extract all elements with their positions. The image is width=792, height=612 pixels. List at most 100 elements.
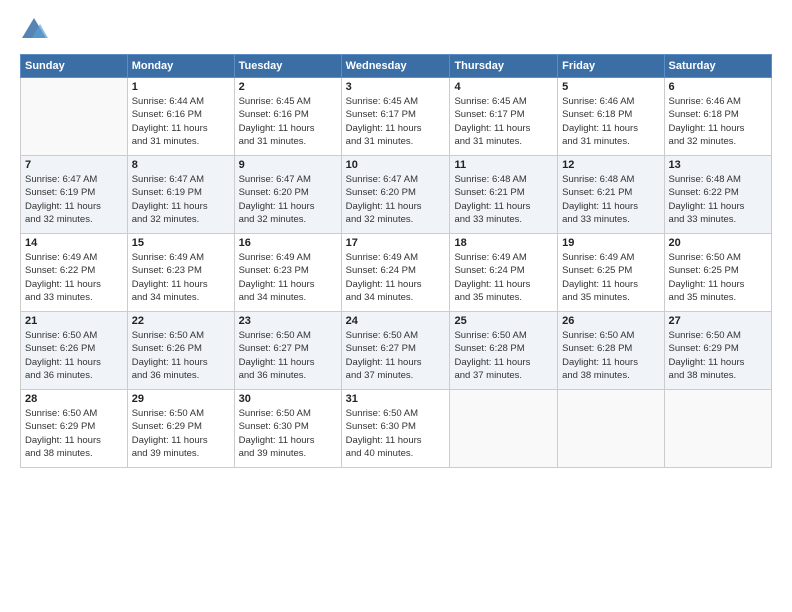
day-info: Sunrise: 6:48 AM Sunset: 6:22 PM Dayligh…	[669, 173, 767, 226]
header	[20, 16, 772, 44]
weekday-header-saturday: Saturday	[664, 55, 771, 78]
day-number: 4	[454, 81, 553, 93]
day-number: 9	[239, 159, 337, 171]
weekday-header-sunday: Sunday	[21, 55, 128, 78]
weekday-header-monday: Monday	[127, 55, 234, 78]
day-number: 12	[562, 159, 659, 171]
day-cell: 27 Sunrise: 6:50 AM Sunset: 6:29 PM Dayli…	[664, 312, 771, 390]
day-number: 21	[25, 315, 123, 327]
day-cell: 7 Sunrise: 6:47 AM Sunset: 6:19 PM Daylig…	[21, 156, 128, 234]
day-cell: 11 Sunrise: 6:48 AM Sunset: 6:21 PM Dayli…	[450, 156, 558, 234]
day-info: Sunrise: 6:50 AM Sunset: 6:27 PM Dayligh…	[239, 329, 337, 382]
day-info: Sunrise: 6:50 AM Sunset: 6:29 PM Dayligh…	[669, 329, 767, 382]
day-info: Sunrise: 6:50 AM Sunset: 6:29 PM Dayligh…	[132, 407, 230, 460]
day-info: Sunrise: 6:49 AM Sunset: 6:24 PM Dayligh…	[454, 251, 553, 304]
day-cell: 9 Sunrise: 6:47 AM Sunset: 6:20 PM Daylig…	[234, 156, 341, 234]
day-cell: 22 Sunrise: 6:50 AM Sunset: 6:26 PM Dayli…	[127, 312, 234, 390]
day-cell: 3 Sunrise: 6:45 AM Sunset: 6:17 PM Daylig…	[341, 78, 450, 156]
day-info: Sunrise: 6:46 AM Sunset: 6:18 PM Dayligh…	[562, 95, 659, 148]
weekday-header-thursday: Thursday	[450, 55, 558, 78]
day-number: 13	[669, 159, 767, 171]
weekday-header-row: SundayMondayTuesdayWednesdayThursdayFrid…	[21, 55, 772, 78]
day-info: Sunrise: 6:49 AM Sunset: 6:23 PM Dayligh…	[239, 251, 337, 304]
day-number: 5	[562, 81, 659, 93]
weekday-header-wednesday: Wednesday	[341, 55, 450, 78]
day-cell: 4 Sunrise: 6:45 AM Sunset: 6:17 PM Daylig…	[450, 78, 558, 156]
day-number: 14	[25, 237, 123, 249]
week-row-2: 7 Sunrise: 6:47 AM Sunset: 6:19 PM Daylig…	[21, 156, 772, 234]
day-cell: 17 Sunrise: 6:49 AM Sunset: 6:24 PM Dayli…	[341, 234, 450, 312]
day-cell: 26 Sunrise: 6:50 AM Sunset: 6:28 PM Dayli…	[558, 312, 664, 390]
day-cell: 12 Sunrise: 6:48 AM Sunset: 6:21 PM Dayli…	[558, 156, 664, 234]
day-cell: 6Sunrise: 6:46 AM Sunset: 6:18 PM Daylig…	[664, 78, 771, 156]
day-cell: 31Sunrise: 6:50 AM Sunset: 6:30 PM Dayli…	[341, 390, 450, 468]
week-row-5: 28Sunrise: 6:50 AM Sunset: 6:29 PM Dayli…	[21, 390, 772, 468]
day-number: 17	[346, 237, 446, 249]
day-cell: 21Sunrise: 6:50 AM Sunset: 6:26 PM Dayli…	[21, 312, 128, 390]
day-number: 25	[454, 315, 553, 327]
day-info: Sunrise: 6:45 AM Sunset: 6:17 PM Dayligh…	[346, 95, 446, 148]
day-info: Sunrise: 6:47 AM Sunset: 6:19 PM Dayligh…	[25, 173, 123, 226]
day-cell	[558, 390, 664, 468]
day-number: 10	[346, 159, 446, 171]
day-info: Sunrise: 6:47 AM Sunset: 6:20 PM Dayligh…	[239, 173, 337, 226]
day-info: Sunrise: 6:49 AM Sunset: 6:22 PM Dayligh…	[25, 251, 123, 304]
day-cell: 29 Sunrise: 6:50 AM Sunset: 6:29 PM Dayli…	[127, 390, 234, 468]
day-cell: 13 Sunrise: 6:48 AM Sunset: 6:22 PM Dayli…	[664, 156, 771, 234]
day-cell: 1 Sunrise: 6:44 AM Sunset: 6:16 PM Daylig…	[127, 78, 234, 156]
day-number: 26	[562, 315, 659, 327]
day-number: 19	[562, 237, 659, 249]
day-number: 29	[132, 393, 230, 405]
logo-icon	[20, 16, 48, 44]
day-info: Sunrise: 6:49 AM Sunset: 6:25 PM Dayligh…	[562, 251, 659, 304]
day-cell: 24 Sunrise: 6:50 AM Sunset: 6:27 PM Dayli…	[341, 312, 450, 390]
page: SundayMondayTuesdayWednesdayThursdayFrid…	[0, 0, 792, 612]
logo	[20, 16, 52, 44]
day-number: 18	[454, 237, 553, 249]
day-info: Sunrise: 6:49 AM Sunset: 6:24 PM Dayligh…	[346, 251, 446, 304]
day-info: Sunrise: 6:50 AM Sunset: 6:27 PM Dayligh…	[346, 329, 446, 382]
day-number: 16	[239, 237, 337, 249]
day-info: Sunrise: 6:48 AM Sunset: 6:21 PM Dayligh…	[562, 173, 659, 226]
weekday-header-friday: Friday	[558, 55, 664, 78]
day-number: 3	[346, 81, 446, 93]
day-number: 27	[669, 315, 767, 327]
day-cell	[21, 78, 128, 156]
week-row-1: 1 Sunrise: 6:44 AM Sunset: 6:16 PM Daylig…	[21, 78, 772, 156]
week-row-3: 14 Sunrise: 6:49 AM Sunset: 6:22 PM Dayli…	[21, 234, 772, 312]
day-cell: 20 Sunrise: 6:50 AM Sunset: 6:25 PM Dayli…	[664, 234, 771, 312]
day-number: 15	[132, 237, 230, 249]
day-number: 1	[132, 81, 230, 93]
day-info: Sunrise: 6:46 AM Sunset: 6:18 PM Dayligh…	[669, 95, 767, 148]
day-cell: 5 Sunrise: 6:46 AM Sunset: 6:18 PM Daylig…	[558, 78, 664, 156]
day-cell: 8Sunrise: 6:47 AM Sunset: 6:19 PM Daylig…	[127, 156, 234, 234]
day-cell: 18 Sunrise: 6:49 AM Sunset: 6:24 PM Dayli…	[450, 234, 558, 312]
day-number: 2	[239, 81, 337, 93]
day-cell: 23 Sunrise: 6:50 AM Sunset: 6:27 PM Dayli…	[234, 312, 341, 390]
day-info: Sunrise: 6:50 AM Sunset: 6:28 PM Dayligh…	[562, 329, 659, 382]
day-number: 23	[239, 315, 337, 327]
day-info: Sunrise: 6:48 AM Sunset: 6:21 PM Dayligh…	[454, 173, 553, 226]
day-info: Sunrise: 6:50 AM Sunset: 6:25 PM Dayligh…	[669, 251, 767, 304]
day-info: Sunrise: 6:45 AM Sunset: 6:17 PM Dayligh…	[454, 95, 553, 148]
day-number: 24	[346, 315, 446, 327]
day-info: Sunrise: 6:50 AM Sunset: 6:29 PM Dayligh…	[25, 407, 123, 460]
day-cell: 25Sunrise: 6:50 AM Sunset: 6:28 PM Dayli…	[450, 312, 558, 390]
day-info: Sunrise: 6:47 AM Sunset: 6:19 PM Dayligh…	[132, 173, 230, 226]
day-cell: 15 Sunrise: 6:49 AM Sunset: 6:23 PM Dayli…	[127, 234, 234, 312]
week-row-4: 21 Sunrise: 6:50 AM Sunset: 6:26 PM Dayli…	[21, 312, 772, 390]
day-info: Sunrise: 6:50 AM Sunset: 6:30 PM Dayligh…	[346, 407, 446, 460]
day-cell: 30Sunrise: 6:50 AM Sunset: 6:30 PM Dayli…	[234, 390, 341, 468]
calendar: SundayMondayTuesdayWednesdayThursdayFrid…	[20, 54, 772, 468]
day-number: 7	[25, 159, 123, 171]
day-cell: 19 Sunrise: 6:49 AM Sunset: 6:25 PM Dayli…	[558, 234, 664, 312]
day-number: 11	[454, 159, 553, 171]
day-info: Sunrise: 6:49 AM Sunset: 6:23 PM Dayligh…	[132, 251, 230, 304]
day-number: 20	[669, 237, 767, 249]
day-cell	[664, 390, 771, 468]
day-number: 22	[132, 315, 230, 327]
day-cell: 14 Sunrise: 6:49 AM Sunset: 6:22 PM Dayli…	[21, 234, 128, 312]
day-info: Sunrise: 6:47 AM Sunset: 6:20 PM Dayligh…	[346, 173, 446, 226]
day-info: Sunrise: 6:44 AM Sunset: 6:16 PM Dayligh…	[132, 95, 230, 148]
day-info: Sunrise: 6:50 AM Sunset: 6:26 PM Dayligh…	[132, 329, 230, 382]
